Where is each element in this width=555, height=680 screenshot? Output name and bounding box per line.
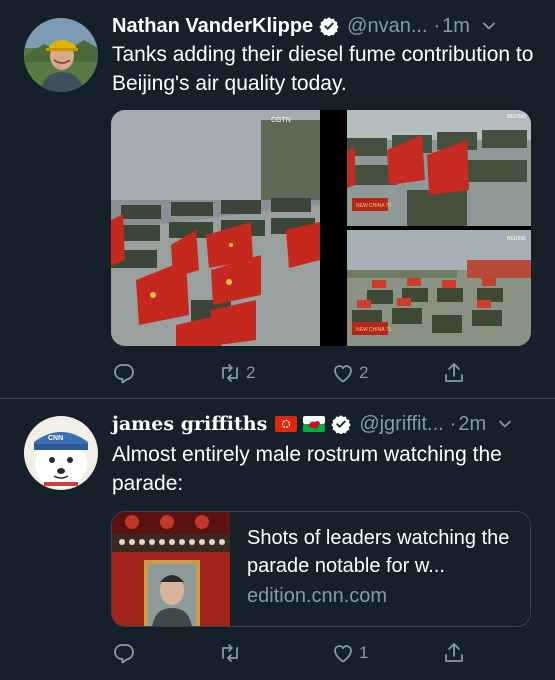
card-thumbnail bbox=[112, 512, 230, 626]
media-image[interactable]: NEW CHINA 70 BEIJING bbox=[347, 230, 531, 346]
author-handle[interactable]: @nvan... bbox=[347, 15, 427, 38]
chevron-down-icon[interactable] bbox=[498, 417, 512, 431]
separator: · bbox=[433, 14, 441, 37]
card-domain: edition.cnn.com bbox=[247, 585, 388, 607]
svg-text:CNN: CNN bbox=[48, 435, 63, 442]
like-count: 2 bbox=[359, 363, 369, 382]
share-icon bbox=[445, 363, 463, 382]
retweet-button[interactable]: 2 bbox=[218, 358, 255, 388]
like-count: 1 bbox=[359, 643, 369, 662]
retweet-icon bbox=[222, 644, 238, 662]
retweet-icon bbox=[222, 364, 238, 382]
media-logo-cgtn: CGTN bbox=[271, 117, 291, 124]
media-logo: BEIJING bbox=[507, 236, 527, 242]
hong-kong-flag-icon bbox=[275, 416, 298, 432]
new-china-badge: NEW CHINA 70 bbox=[356, 203, 392, 209]
chevron-down-icon[interactable] bbox=[482, 19, 496, 33]
retweet-button[interactable] bbox=[218, 638, 246, 668]
retweet-count: 2 bbox=[246, 363, 256, 382]
tweet-actions: 1 bbox=[0, 638, 555, 668]
verified-icon bbox=[331, 415, 351, 434]
verified-icon bbox=[319, 17, 339, 36]
tweet-text: Tanks adding their diesel fume contribut… bbox=[112, 43, 534, 95]
tweet-text: Almost entirely male rostrum watching th… bbox=[112, 443, 502, 495]
media-image[interactable]: NEW CHINA 70 BEIJING bbox=[347, 110, 531, 226]
tweet-actions: 2 2 bbox=[0, 358, 555, 388]
author-name[interactable]: Nathan VanderKlippe bbox=[112, 15, 313, 38]
tweet-media[interactable]: CGTN NEW CHINA 70 BEIJING NEW CHINA 70 B… bbox=[111, 110, 531, 346]
wales-flag-icon bbox=[303, 416, 326, 432]
new-china-badge: NEW CHINA 70 bbox=[356, 327, 392, 333]
like-icon bbox=[334, 645, 352, 663]
share-icon bbox=[445, 643, 463, 662]
author-handle[interactable]: @jgriffit... bbox=[359, 413, 443, 436]
share-button[interactable] bbox=[442, 358, 466, 388]
card-title: Shots of leaders watching the parade not… bbox=[247, 527, 510, 577]
media-image[interactable]: CGTN bbox=[111, 110, 320, 346]
share-button[interactable] bbox=[442, 638, 466, 668]
reply-icon bbox=[114, 644, 134, 664]
media-logo: BEIJING bbox=[507, 114, 527, 120]
avatar[interactable]: CNN bbox=[24, 416, 98, 490]
like-button[interactable]: 2 bbox=[331, 358, 368, 388]
like-button[interactable]: 1 bbox=[331, 638, 368, 668]
tweet-header: Nathan VanderKlippe @nvan... · 1m bbox=[112, 12, 496, 40]
tweet[interactable]: CNN james griffiths @jgriffit... · 2m Al… bbox=[0, 398, 555, 680]
like-icon bbox=[334, 365, 352, 383]
reply-button[interactable] bbox=[112, 358, 140, 388]
avatar[interactable] bbox=[24, 18, 98, 92]
separator: · bbox=[449, 412, 457, 435]
tweet-header: james griffiths @jgriffit... · 2m bbox=[112, 410, 512, 438]
author-name[interactable]: james griffiths bbox=[112, 413, 267, 435]
timestamp[interactable]: 1m bbox=[442, 15, 470, 38]
tweet[interactable]: Nathan VanderKlippe @nvan... · 1m Tanks … bbox=[0, 0, 555, 398]
link-card[interactable]: Shots of leaders watching the parade not… bbox=[111, 511, 531, 627]
reply-icon bbox=[114, 364, 134, 384]
reply-button[interactable] bbox=[112, 638, 140, 668]
timestamp[interactable]: 2m bbox=[458, 413, 486, 436]
